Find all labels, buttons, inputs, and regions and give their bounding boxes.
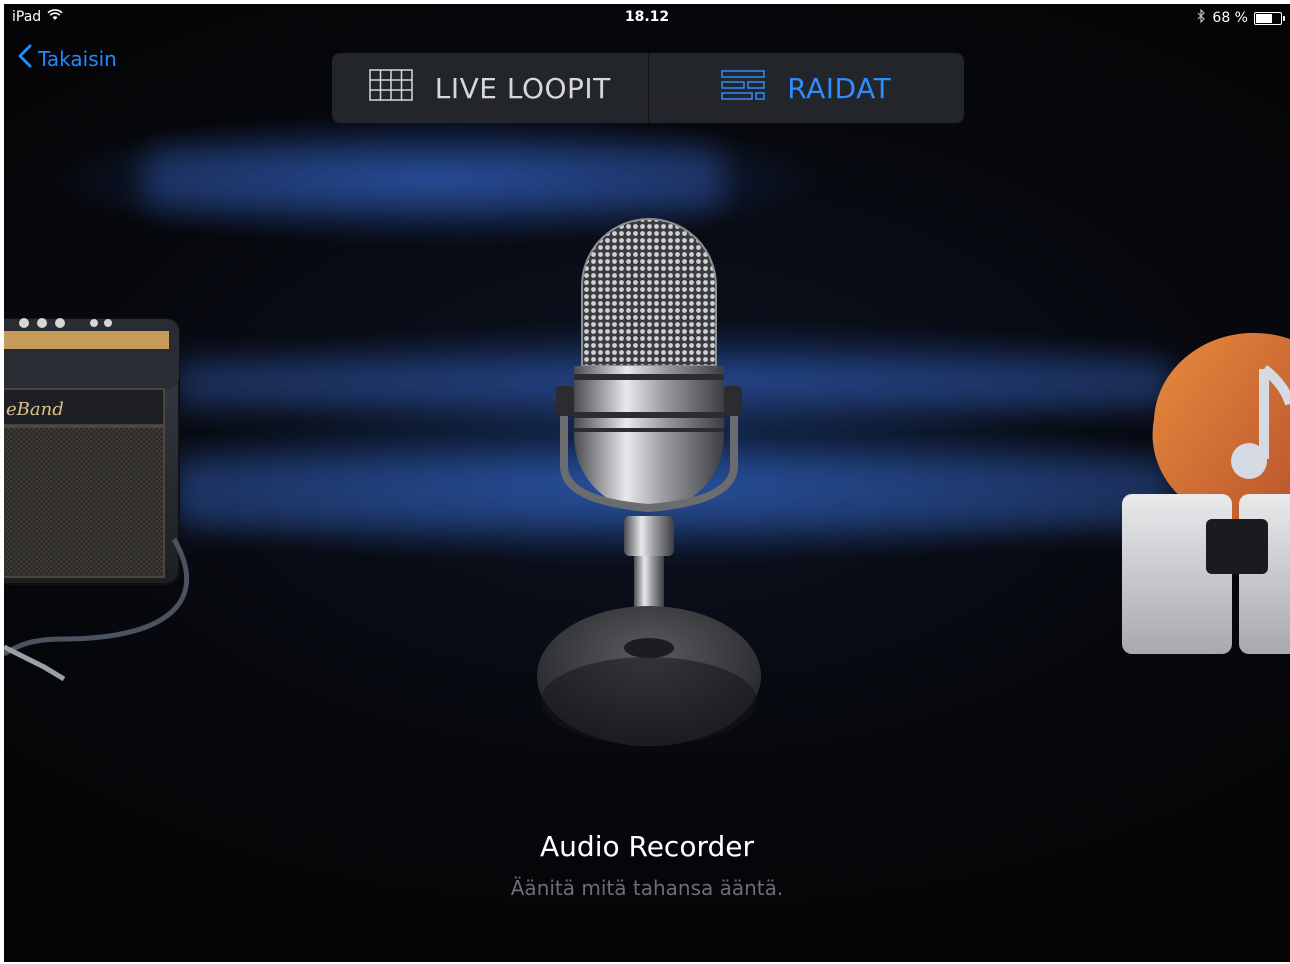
status-bar: iPad 18.12 68 %: [4, 4, 1290, 30]
back-button[interactable]: Takaisin: [18, 44, 117, 73]
battery-percent: 68 %: [1212, 10, 1248, 26]
tab-live-loops-label: LIVE LOOPIT: [434, 71, 611, 105]
keyboard-icon: [1122, 332, 1290, 654]
tab-tracks[interactable]: RAIDAT: [649, 53, 965, 123]
amp-brand-text: eBand: [6, 399, 64, 420]
tab-tracks-label: RAIDAT: [787, 71, 892, 105]
keyboard-instrument[interactable]: [1114, 309, 1290, 659]
grid-icon: [368, 68, 413, 108]
background-glow: [144, 149, 724, 209]
back-label: Takaisin: [38, 46, 117, 71]
battery-fill: [1256, 13, 1272, 23]
tab-live-loops[interactable]: LIVE LOOPIT: [332, 53, 648, 123]
battery-icon: [1254, 11, 1285, 25]
instrument-description: Äänitä mitä tahansa ääntä.: [510, 876, 784, 900]
bluetooth-icon: [1197, 8, 1206, 27]
app-screen: iPad 18.12 68 % Takaisin LIVE LOOPIT RAI…: [4, 4, 1290, 962]
clock: 18.12: [624, 9, 670, 25]
guitar-amp-instrument[interactable]: eBand: [4, 309, 204, 689]
browser-mode-switch: LIVE LOOPIT RAIDAT: [332, 53, 964, 123]
microphone-icon: [537, 218, 761, 746]
chevron-left-icon: [18, 44, 32, 73]
tracks-icon: [721, 69, 766, 108]
audio-recorder-instrument[interactable]: [534, 216, 764, 756]
instrument-title: Audio Recorder: [540, 830, 754, 863]
guitar-amp-icon: [4, 318, 189, 682]
